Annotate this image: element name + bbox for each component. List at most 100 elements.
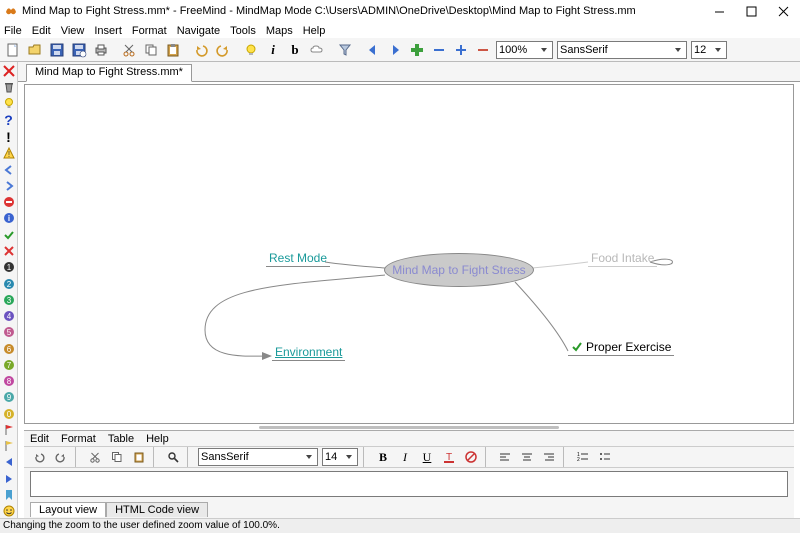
ok-icon[interactable] bbox=[2, 228, 16, 241]
remove-icon[interactable] bbox=[473, 40, 493, 60]
priority-4-icon[interactable]: 4 bbox=[2, 309, 16, 322]
align-right-icon[interactable] bbox=[539, 447, 559, 467]
underline-icon[interactable]: U bbox=[417, 447, 437, 467]
collapse-icon[interactable] bbox=[429, 40, 449, 60]
arrow-blue-icon[interactable] bbox=[2, 456, 16, 469]
undo-icon[interactable] bbox=[191, 40, 211, 60]
zoom-combo[interactable]: 100% bbox=[496, 41, 553, 59]
editor-input[interactable] bbox=[30, 471, 788, 497]
cloud-icon[interactable] bbox=[307, 40, 327, 60]
add-node-icon[interactable] bbox=[407, 40, 427, 60]
arrow-left-icon[interactable] bbox=[363, 40, 383, 60]
paste-icon[interactable] bbox=[129, 447, 149, 467]
node-rest-mode[interactable]: Rest Mode bbox=[266, 250, 330, 267]
menu-edit[interactable]: Edit bbox=[32, 25, 51, 37]
cut-icon[interactable] bbox=[85, 447, 105, 467]
priority-1-icon[interactable]: 1 bbox=[2, 261, 16, 274]
menu-tools[interactable]: Tools bbox=[230, 25, 256, 37]
italic-icon[interactable]: i bbox=[263, 40, 283, 60]
open-icon[interactable] bbox=[25, 40, 45, 60]
info-icon[interactable]: i bbox=[2, 212, 16, 225]
maximize-button[interactable] bbox=[744, 4, 758, 18]
new-file-icon[interactable] bbox=[3, 40, 23, 60]
editor-font-combo[interactable]: SansSerif bbox=[198, 448, 318, 466]
priority-8-icon[interactable]: 8 bbox=[2, 375, 16, 388]
editor-fontsize-combo[interactable]: 14 bbox=[322, 448, 358, 466]
editor-menu-edit[interactable]: Edit bbox=[30, 433, 49, 445]
not-ok-icon[interactable] bbox=[2, 244, 16, 257]
question-icon[interactable]: ? bbox=[2, 113, 16, 127]
priority-3-icon[interactable]: 3 bbox=[2, 293, 16, 306]
print-icon[interactable] bbox=[91, 40, 111, 60]
menu-maps[interactable]: Maps bbox=[266, 25, 293, 37]
cut-icon[interactable] bbox=[119, 40, 139, 60]
arrow-blue2-icon[interactable] bbox=[2, 472, 16, 485]
align-center-icon[interactable] bbox=[517, 447, 537, 467]
center-node[interactable]: Mind Map to Fight Stress bbox=[384, 253, 534, 287]
bold-icon[interactable]: b bbox=[285, 40, 305, 60]
trash-icon[interactable] bbox=[2, 80, 16, 93]
redo-icon[interactable] bbox=[213, 40, 233, 60]
priority-7-icon[interactable]: 7 bbox=[2, 358, 16, 371]
editor-menu-format[interactable]: Format bbox=[61, 433, 96, 445]
undo-icon[interactable] bbox=[29, 447, 49, 467]
tab-layout-view[interactable]: Layout view bbox=[30, 502, 106, 517]
close-button[interactable] bbox=[776, 4, 790, 18]
mindmap-canvas[interactable]: Mind Map to Fight Stress Rest Mode Envir… bbox=[24, 84, 794, 424]
paste-icon[interactable] bbox=[163, 40, 183, 60]
save-icon[interactable] bbox=[47, 40, 67, 60]
delete-icon[interactable] bbox=[2, 64, 16, 77]
minimize-button[interactable] bbox=[712, 4, 726, 18]
font-color-icon[interactable]: T bbox=[439, 447, 459, 467]
bold-icon[interactable]: B bbox=[373, 447, 393, 467]
flag-red-icon[interactable] bbox=[2, 423, 16, 436]
clear-format-icon[interactable] bbox=[461, 447, 481, 467]
toolbar: i b 100% SansSerif 12 bbox=[0, 38, 800, 62]
stop-icon[interactable] bbox=[2, 196, 16, 209]
menu-view[interactable]: View bbox=[61, 25, 85, 37]
priority-9-icon[interactable]: 9 bbox=[2, 391, 16, 404]
smiley-icon[interactable] bbox=[2, 505, 16, 518]
bookmark-icon[interactable] bbox=[2, 488, 16, 501]
priority-0-icon[interactable]: 0 bbox=[2, 407, 16, 420]
list-bullet-icon[interactable] bbox=[595, 447, 615, 467]
node-food-intake[interactable]: Food Intake bbox=[588, 250, 657, 267]
flag-yellow-icon[interactable] bbox=[2, 440, 16, 453]
save-as-icon[interactable] bbox=[69, 40, 89, 60]
editor-menu-help[interactable]: Help bbox=[146, 433, 169, 445]
chevron-down-icon bbox=[345, 452, 355, 462]
priority-5-icon[interactable]: 5 bbox=[2, 326, 16, 339]
copy-icon[interactable] bbox=[107, 447, 127, 467]
node-environment[interactable]: Environment bbox=[272, 344, 345, 361]
find-icon[interactable] bbox=[163, 447, 183, 467]
exclaim-icon[interactable]: ! bbox=[2, 130, 16, 144]
list-number-icon[interactable]: 12 bbox=[573, 447, 593, 467]
chevron-down-icon bbox=[674, 45, 684, 55]
redo-icon[interactable] bbox=[51, 447, 71, 467]
arrow-back-icon[interactable] bbox=[2, 163, 16, 176]
priority-2-icon[interactable]: 2 bbox=[2, 277, 16, 290]
menu-format[interactable]: Format bbox=[132, 25, 167, 37]
priority-6-icon[interactable]: 6 bbox=[2, 342, 16, 355]
arrow-right-icon[interactable] bbox=[385, 40, 405, 60]
filter-icon[interactable] bbox=[335, 40, 355, 60]
arrow-forward-icon[interactable] bbox=[2, 179, 16, 192]
align-left-icon[interactable] bbox=[495, 447, 515, 467]
italic-icon[interactable]: I bbox=[395, 447, 415, 467]
tab-html-view[interactable]: HTML Code view bbox=[106, 502, 208, 517]
bulb-icon[interactable] bbox=[2, 97, 16, 110]
editor-menu-table[interactable]: Table bbox=[108, 433, 134, 445]
menu-navigate[interactable]: Navigate bbox=[177, 25, 220, 37]
fontsize-combo[interactable]: 12 bbox=[691, 41, 727, 59]
menubar: File Edit View Insert Format Navigate To… bbox=[0, 22, 800, 38]
menu-help[interactable]: Help bbox=[303, 25, 326, 37]
menu-file[interactable]: File bbox=[4, 25, 22, 37]
node-proper-exercise[interactable]: Proper Exercise bbox=[568, 339, 674, 356]
idea-icon[interactable] bbox=[241, 40, 261, 60]
warning-icon[interactable]: ! bbox=[2, 147, 16, 160]
font-combo[interactable]: SansSerif bbox=[557, 41, 687, 59]
copy-icon[interactable] bbox=[141, 40, 161, 60]
tab-document[interactable]: Mind Map to Fight Stress.mm* bbox=[26, 64, 192, 82]
menu-insert[interactable]: Insert bbox=[94, 25, 122, 37]
expand-icon[interactable] bbox=[451, 40, 471, 60]
